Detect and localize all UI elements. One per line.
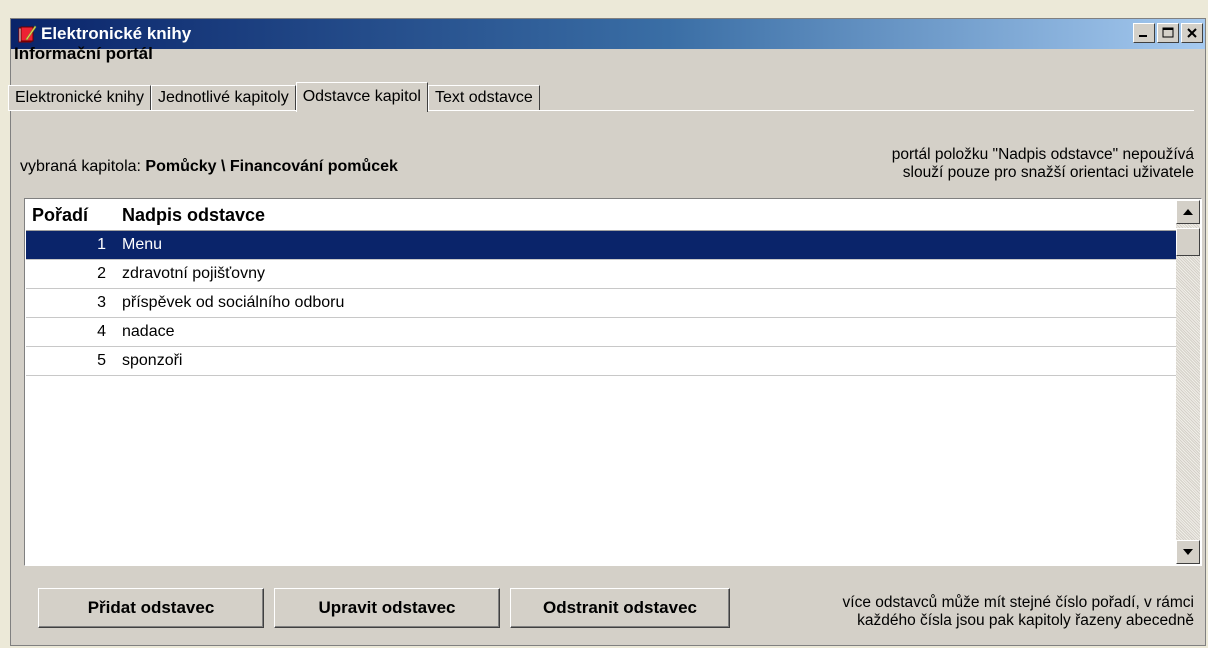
- heading-usage-note: portál položku "Nadpis odstavce" nepouží…: [892, 146, 1194, 182]
- table-row[interactable]: 1 Menu: [26, 231, 1176, 260]
- window-title: Elektronické knihy: [41, 24, 192, 43]
- row-title: zdravotní pojišťovny: [122, 265, 265, 282]
- heading-usage-note-line2: slouží pouze pro snažší orientaci uživat…: [902, 164, 1194, 181]
- book-pencil-icon: [17, 24, 37, 44]
- heading-usage-note-line1: portál položku "Nadpis odstavce" nepouží…: [891, 146, 1194, 163]
- delete-paragraph-button[interactable]: Odstranit odstavec: [510, 588, 730, 628]
- ordering-note: více odstavců může mít stejné číslo pořa…: [843, 594, 1194, 630]
- portal-label: Informační portál: [14, 44, 153, 63]
- maximize-icon: [1162, 27, 1174, 38]
- scroll-up-button[interactable]: [1176, 200, 1200, 224]
- scroll-down-button[interactable]: [1176, 540, 1200, 564]
- tab-bar: Elektronické knihy Jednotlivé kapitoly O…: [8, 82, 540, 112]
- row-order: 1: [97, 236, 106, 253]
- vertical-scrollbar[interactable]: [1176, 200, 1200, 564]
- row-order: 2: [97, 265, 106, 282]
- table-row[interactable]: 5 sponzoři: [26, 347, 1176, 376]
- row-order: 4: [97, 323, 106, 340]
- row-order: 3: [97, 294, 106, 311]
- row-order: 5: [97, 352, 106, 369]
- title-bar[interactable]: Elektronické knihy: [11, 19, 1205, 49]
- row-title: příspěvek od sociálního odboru: [122, 294, 345, 311]
- list-header: Pořadí Nadpis odstavce: [26, 200, 1176, 231]
- edit-paragraph-button[interactable]: Upravit odstavec: [274, 588, 500, 628]
- close-icon: [1187, 28, 1197, 38]
- tab-jednotlive-kapitoly[interactable]: Jednotlivé kapitoly: [150, 85, 296, 111]
- column-header-order[interactable]: Pořadí: [26, 205, 116, 226]
- ordering-note-line1: více odstavců může mít stejné číslo pořa…: [842, 594, 1194, 611]
- column-header-title[interactable]: Nadpis odstavce: [116, 205, 1176, 226]
- close-button[interactable]: [1181, 23, 1203, 43]
- arrow-up-icon: [1183, 209, 1193, 215]
- window-controls: [1133, 23, 1203, 43]
- minimize-icon: [1139, 35, 1147, 37]
- table-row[interactable]: 2 zdravotní pojišťovny: [26, 260, 1176, 289]
- ordering-note-line2: každého čísla jsou pak kapitoly řazeny a…: [857, 612, 1194, 629]
- tab-text-odstavce[interactable]: Text odstavce: [427, 85, 540, 111]
- tab-elektronicke-knihy[interactable]: Elektronické knihy: [8, 85, 151, 111]
- table-row[interactable]: 3 příspěvek od sociálního odboru: [26, 289, 1176, 318]
- maximize-button[interactable]: [1157, 23, 1179, 43]
- tab-odstavce-kapitol[interactable]: Odstavce kapitol: [295, 82, 428, 112]
- add-paragraph-button[interactable]: Přidat odstavec: [38, 588, 264, 628]
- paragraph-list-body: Pořadí Nadpis odstavce 1 Menu 2 zdravotn…: [26, 200, 1176, 564]
- paragraph-list[interactable]: Pořadí Nadpis odstavce 1 Menu 2 zdravotn…: [24, 198, 1202, 566]
- selected-chapter: vybraná kapitola: Pomůcky \ Financování …: [20, 158, 398, 176]
- table-row[interactable]: 4 nadace: [26, 318, 1176, 347]
- arrow-down-icon: [1183, 549, 1193, 555]
- row-title: sponzoři: [122, 352, 183, 369]
- selected-chapter-label: vybraná kapitola:: [20, 158, 141, 175]
- minimize-button[interactable]: [1133, 23, 1155, 43]
- row-title: Menu: [122, 236, 163, 253]
- row-title: nadace: [122, 323, 175, 340]
- scroll-thumb[interactable]: [1176, 228, 1200, 256]
- selected-chapter-value: Pomůcky \ Financování pomůcek: [145, 158, 398, 175]
